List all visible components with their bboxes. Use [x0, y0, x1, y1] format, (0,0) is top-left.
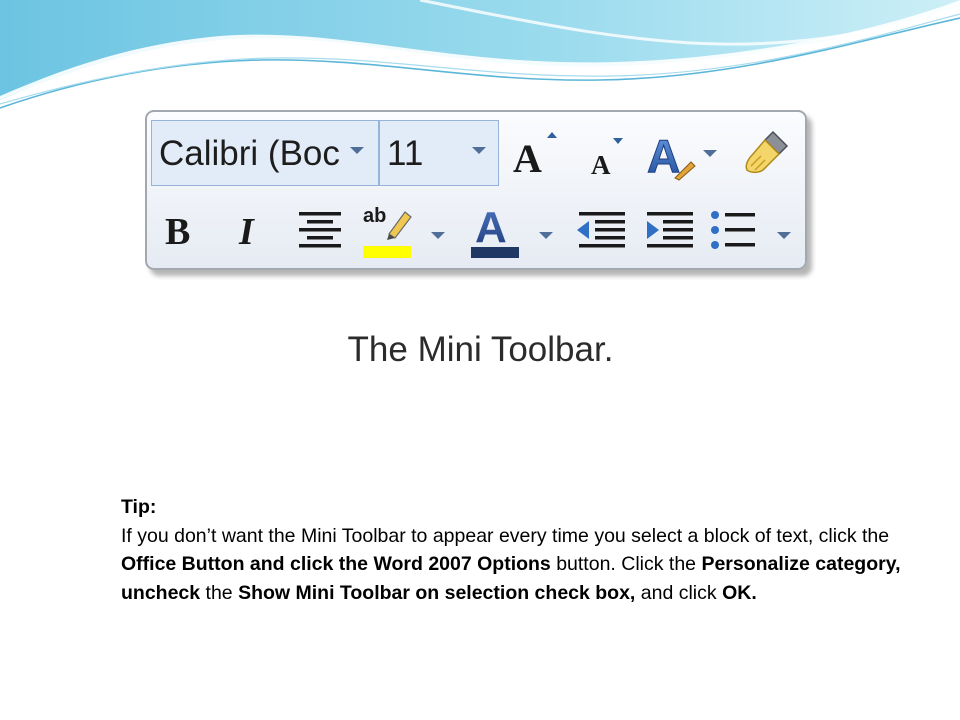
font-color-button[interactable]: A	[469, 200, 523, 260]
svg-text:B: B	[165, 211, 190, 252]
font-color-dropdown-icon[interactable]	[539, 232, 553, 239]
increase-indent-button[interactable]	[643, 208, 697, 254]
grow-font-icon: A	[513, 132, 557, 178]
mini-toolbar-figure: Calibri (Boc 11 A A A B I ab A The Mini …	[137, 106, 824, 372]
styles-dropdown-icon[interactable]	[703, 150, 717, 157]
highlight-button[interactable]: ab	[361, 200, 415, 260]
chevron-down-icon[interactable]	[350, 147, 364, 154]
font-size-value: 11	[387, 134, 424, 173]
italic-icon: I	[238, 211, 255, 252]
svg-text:A: A	[647, 130, 680, 182]
decrease-indent-icon	[577, 212, 625, 248]
font-color-icon: A	[471, 203, 519, 258]
decrease-indent-button[interactable]	[575, 208, 629, 254]
chevron-down-icon[interactable]	[472, 147, 486, 154]
format-painter-icon	[745, 130, 789, 174]
format-painter-button[interactable]	[743, 126, 795, 178]
font-size-combo[interactable]: 11	[379, 120, 499, 186]
bold-icon: B	[165, 211, 190, 252]
bullets-icon	[711, 211, 755, 249]
styles-icon: A	[647, 130, 696, 182]
bullets-button[interactable]	[709, 208, 759, 254]
svg-text:A: A	[513, 136, 542, 178]
figure-caption: The Mini Toolbar.	[347, 330, 614, 369]
center-align-button[interactable]	[295, 208, 345, 252]
svg-text:ab: ab	[363, 205, 386, 227]
mini-toolbar: Calibri (Boc 11 A A A B I ab A	[145, 110, 807, 270]
font-name-combo[interactable]: Calibri (Boc	[151, 120, 379, 186]
tip-body: If you don’t want the Mini Toolbar to ap…	[121, 524, 901, 604]
center-align-icon	[299, 212, 341, 248]
font-name-value: Calibri (Boc	[159, 134, 339, 173]
shrink-font-icon: A	[591, 138, 623, 178]
highlight-dropdown-icon[interactable]	[431, 232, 445, 239]
italic-button[interactable]: I	[233, 206, 269, 252]
increase-indent-icon	[647, 212, 693, 248]
svg-text:A: A	[591, 150, 611, 178]
tip-text: Tip: If you don’t want the Mini Toolbar …	[121, 493, 921, 607]
bullets-dropdown-icon[interactable]	[777, 232, 791, 239]
bold-button[interactable]: B	[161, 206, 201, 252]
grow-font-button[interactable]: A	[511, 128, 561, 178]
svg-text:I: I	[238, 211, 255, 252]
styles-button[interactable]: A	[647, 126, 699, 182]
shrink-font-button[interactable]: A	[587, 134, 631, 178]
tip-heading: Tip:	[121, 496, 157, 518]
svg-text:A: A	[475, 203, 507, 252]
highlight-icon: ab	[363, 205, 412, 258]
